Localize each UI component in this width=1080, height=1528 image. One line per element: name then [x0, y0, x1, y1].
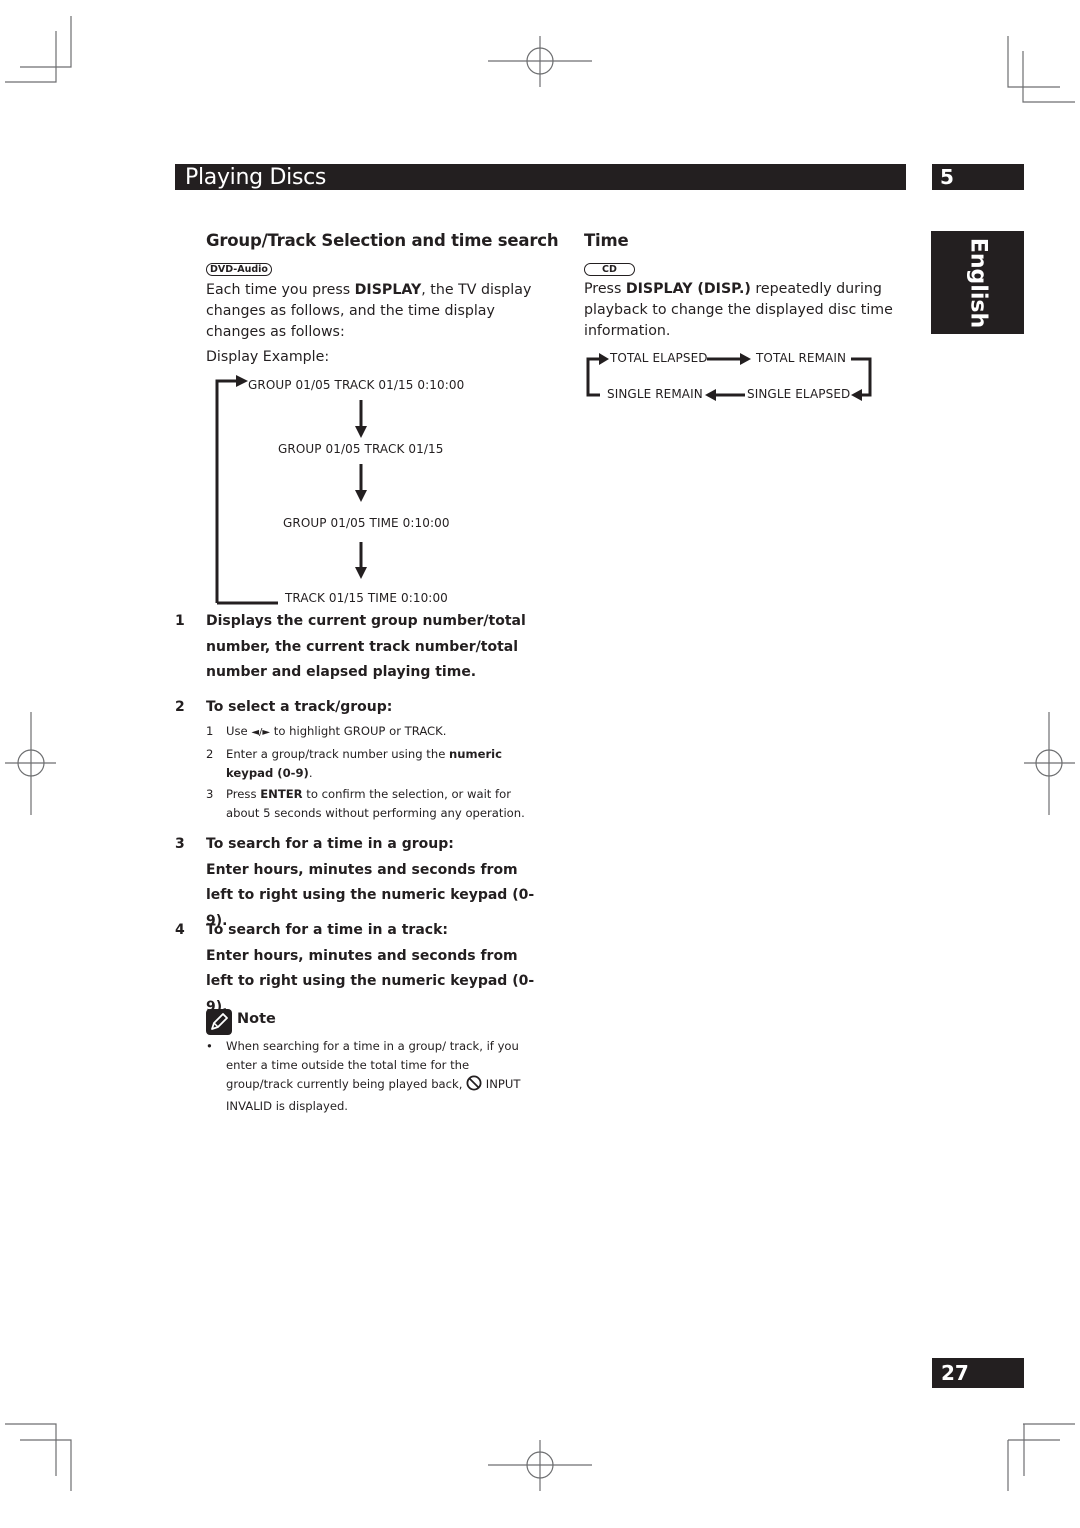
cycle-right-line	[851, 357, 872, 397]
substep-2: 2 Enter a group/track number using the n…	[206, 747, 503, 780]
step-4: 4 To search for a time in a track: Enter…	[175, 922, 535, 1015]
crop-marks	[5, 16, 1075, 1491]
cycle-total-elapsed: TOTAL ELAPSED	[610, 351, 708, 365]
display-example-label: Display Example:	[206, 349, 330, 365]
right-intro-text: Press DISPLAY (DISP.) repeatedly during …	[584, 281, 893, 339]
left-right-arrow-icon: ◄/►	[251, 727, 271, 738]
substep-1: 1 Use ◄/► to highlight GROUP or TRACK.	[206, 724, 447, 738]
substep-3: 3 Press ENTER to confirm the selection, …	[206, 787, 525, 820]
step-2: 2 To select a track/group:	[175, 699, 393, 715]
cycle-single-elapsed: SINGLE ELAPSED	[747, 387, 851, 401]
down-arrow-2	[355, 464, 367, 502]
pencil-note-icon	[206, 1009, 232, 1035]
crop-mark-top-right	[1007, 36, 1075, 103]
registration-mark-left	[5, 712, 56, 815]
cycle-total-remain: TOTAL REMAIN	[756, 351, 847, 365]
cycle-left-line	[586, 357, 600, 397]
note-item: • When searching for a time in a group/ …	[206, 1039, 521, 1113]
chapter-number: 5	[940, 165, 954, 189]
registration-mark-top	[488, 36, 592, 87]
display-state-3: GROUP 01/05 TIME 0:10:00	[283, 516, 450, 530]
registration-mark-right	[1024, 712, 1075, 815]
section-title: Playing Discs	[185, 165, 327, 190]
loop-arrow-head	[236, 375, 248, 387]
registration-mark-bottom	[488, 1440, 592, 1491]
page-number-box: 27	[932, 1358, 1024, 1388]
chapter-number-box: 5	[932, 164, 1024, 190]
language-tab: English	[931, 231, 1024, 334]
crop-mark-top-left	[5, 16, 72, 83]
language-tab-label: English	[965, 237, 990, 328]
display-state-4: TRACK 01/15 TIME 0:10:00	[285, 591, 448, 605]
cycle-single-remain: SINGLE REMAIN	[607, 387, 703, 401]
display-sequence-diagram	[215, 375, 367, 605]
prohibited-icon	[466, 1075, 482, 1097]
group-track-heading: Group/Track Selection and time search	[206, 231, 559, 250]
crop-mark-bottom-right	[1007, 1423, 1075, 1491]
time-heading: Time	[584, 231, 629, 250]
down-arrow-3	[355, 542, 367, 579]
dvd-audio-badge: DVD-Audio	[206, 263, 272, 276]
down-arrow-1	[355, 400, 367, 438]
left-intro-text: Each time you press DISPLAY, the TV disp…	[206, 282, 532, 340]
display-state-1: GROUP 01/05 TRACK 01/15 0:10:00	[248, 378, 465, 392]
loop-back-line	[215, 379, 238, 603]
step-1: 1 Displays the current group number/tota…	[175, 613, 526, 680]
page-number: 27	[941, 1361, 969, 1385]
crop-mark-bottom-left	[5, 1423, 72, 1491]
note-label: Note	[237, 1011, 276, 1027]
cd-badge: CD	[584, 263, 635, 276]
display-state-2: GROUP 01/05 TRACK 01/15	[278, 442, 444, 456]
